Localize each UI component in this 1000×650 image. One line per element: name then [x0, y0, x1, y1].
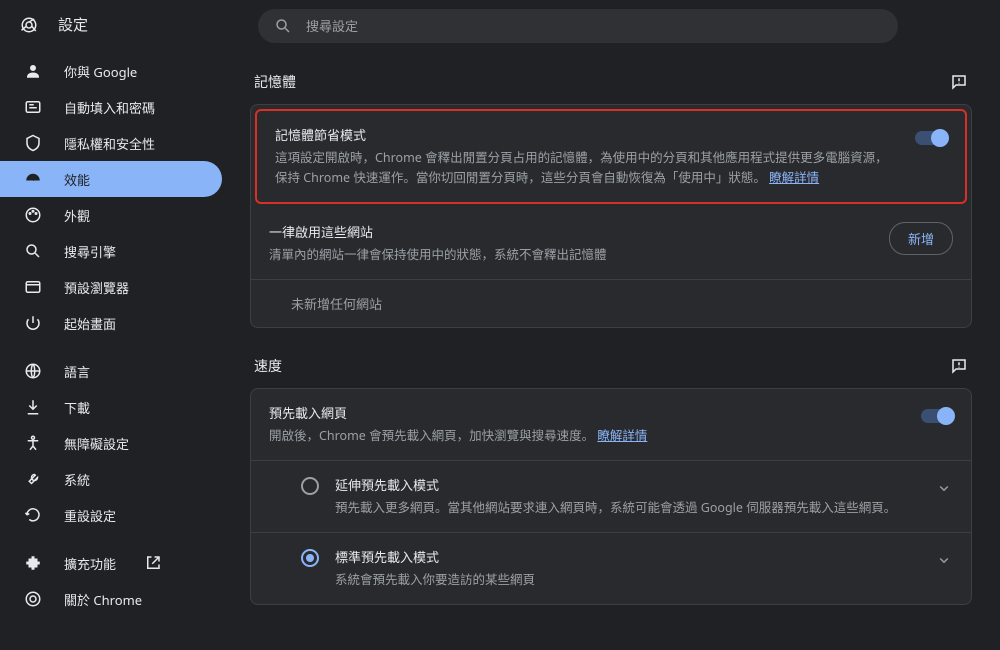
- sidebar-item-label: 下載: [64, 398, 90, 417]
- sidebar-item-label: 效能: [64, 170, 90, 189]
- sidebar-item-about-chrome[interactable]: 關於 Chrome: [0, 581, 222, 617]
- sidebar-item-label: 隱私權和安全性: [64, 134, 155, 153]
- sidebar-item-downloads[interactable]: 下載: [0, 389, 222, 425]
- sidebar-item-label: 關於 Chrome: [64, 590, 142, 609]
- external-link-icon: [144, 554, 162, 572]
- sidebar-item-label: 外觀: [64, 206, 90, 225]
- memory-saver-highlight: 記憶體節省模式 這項設定開啟時，Chrome 會釋出閒置分頁占用的記憶體，為使用…: [255, 109, 967, 204]
- shield-icon: [24, 134, 42, 152]
- standard-preload-desc: 系統會預先載入你要造訪的某些網頁: [335, 570, 919, 590]
- sidebar-item-label: 無障礙設定: [64, 434, 129, 453]
- memory-card: 記憶體節省模式 這項設定開啟時，Chrome 會釋出閒置分頁占用的記憶體，為使用…: [250, 104, 972, 328]
- autofill-icon: [24, 98, 42, 116]
- memory-saver-row: 記憶體節省模式 這項設定開啟時，Chrome 會釋出閒置分頁占用的記憶體，為使用…: [257, 111, 965, 202]
- preload-desc: 開啟後，Chrome 會預先載入網頁，加快瀏覽與搜尋速度。 瞭解詳情: [269, 426, 905, 446]
- sidebar-item-label: 重設設定: [64, 506, 116, 525]
- chrome-logo-icon: [20, 16, 38, 34]
- chrome-icon: [24, 590, 42, 608]
- sidebar-item-system[interactable]: 系統: [0, 461, 222, 497]
- sidebar-item-autofill[interactable]: 自動填入和密碼: [0, 89, 222, 125]
- sidebar-item-default-browser[interactable]: 預設瀏覽器: [0, 269, 222, 305]
- extended-preload-title: 延伸預先載入模式: [335, 475, 919, 494]
- standard-preload-row[interactable]: 標準預先載入模式 系統會預先載入你要造訪的某些網頁: [251, 532, 971, 604]
- content: 記憶體 記憶體節省模式 這項設定開啟時，Chrome 會釋出閒置分頁占用的記憶體…: [238, 52, 1000, 650]
- standard-preload-radio[interactable]: [301, 549, 319, 567]
- standard-preload-title: 標準預先載入模式: [335, 547, 919, 566]
- sidebar-item-label: 語言: [64, 362, 90, 381]
- sidebar-item-performance[interactable]: 效能: [0, 161, 222, 197]
- chevron-down-icon[interactable]: [935, 551, 953, 569]
- section-title: 記憶體: [254, 72, 296, 92]
- search-box[interactable]: [258, 9, 898, 43]
- wrench-icon: [24, 470, 42, 488]
- speed-card: 預先載入網頁 開啟後，Chrome 會預先載入網頁，加快瀏覽與搜尋速度。 瞭解詳…: [250, 388, 972, 605]
- memory-saver-learn-more-link[interactable]: 瞭解詳情: [769, 169, 819, 186]
- search-icon: [24, 242, 42, 260]
- memory-section-header: 記憶體: [250, 64, 972, 104]
- person-icon: [24, 62, 42, 80]
- sidebar-item-you-and-google[interactable]: 你與 Google: [0, 53, 222, 89]
- sidebar-item-extensions[interactable]: 擴充功能: [0, 545, 222, 581]
- power-icon: [24, 314, 42, 332]
- memory-saver-title: 記憶體節省模式: [275, 125, 899, 144]
- sidebar-item-search-engine[interactable]: 搜尋引擎: [0, 233, 222, 269]
- main-area: 記憶體 記憶體節省模式 這項設定開啟時，Chrome 會釋出閒置分頁占用的記憶體…: [238, 0, 1000, 650]
- sidebar-item-reset[interactable]: 重設設定: [0, 497, 222, 533]
- always-active-row: 一律啟用這些網站 清單內的網站一律會保持使用中的狀態，系統不會釋出記憶體 新增: [251, 208, 971, 279]
- browser-icon: [24, 278, 42, 296]
- search-bar: [238, 0, 1000, 52]
- sidebar-item-languages[interactable]: 語言: [0, 353, 222, 389]
- sidebar-item-label: 系統: [64, 470, 90, 489]
- sidebar: 設定 你與 Google 自動填入和密碼 隱私權和安全性 效能 外觀 搜尋引擎: [0, 0, 238, 650]
- preload-row: 預先載入網頁 開啟後，Chrome 會預先載入網頁，加快瀏覽與搜尋速度。 瞭解詳…: [251, 389, 971, 460]
- extended-preload-desc: 預先載入更多網頁。當其他網站要求連入網頁時，系統可能會透過 Google 伺服器…: [335, 498, 919, 518]
- sidebar-item-on-startup[interactable]: 起始畫面: [0, 305, 222, 341]
- sidebar-item-label: 自動填入和密碼: [64, 98, 155, 117]
- search-icon: [274, 17, 292, 35]
- add-site-button[interactable]: 新增: [889, 222, 953, 255]
- always-active-title: 一律啟用這些網站: [269, 222, 873, 241]
- section-title: 速度: [254, 356, 282, 376]
- feedback-icon[interactable]: [950, 73, 968, 91]
- sidebar-item-privacy[interactable]: 隱私權和安全性: [0, 125, 222, 161]
- speedometer-icon: [24, 170, 42, 188]
- sidebar-item-appearance[interactable]: 外觀: [0, 197, 222, 233]
- memory-saver-desc: 這項設定開啟時，Chrome 會釋出閒置分頁占用的記憶體，為使用中的分頁和其他應…: [275, 148, 899, 188]
- accessibility-icon: [24, 434, 42, 452]
- app-header: 設定: [0, 14, 238, 53]
- sidebar-item-label: 搜尋引擎: [64, 242, 116, 261]
- download-icon: [24, 398, 42, 416]
- app-title: 設定: [58, 14, 88, 35]
- sidebar-item-label: 預設瀏覽器: [64, 278, 129, 297]
- sidebar-item-accessibility[interactable]: 無障礙設定: [0, 425, 222, 461]
- sidebar-item-label: 擴充功能: [64, 554, 116, 573]
- always-active-empty: 未新增任何網站: [251, 279, 971, 327]
- globe-icon: [24, 362, 42, 380]
- preload-title: 預先載入網頁: [269, 403, 905, 422]
- extended-preload-row[interactable]: 延伸預先載入模式 預先載入更多網頁。當其他網站要求連入網頁時，系統可能會透過 G…: [251, 460, 971, 532]
- always-active-desc: 清單內的網站一律會保持使用中的狀態，系統不會釋出記憶體: [269, 245, 873, 265]
- preload-learn-more-link[interactable]: 瞭解詳情: [597, 427, 647, 444]
- palette-icon: [24, 206, 42, 224]
- speed-section-header: 速度: [250, 348, 972, 388]
- feedback-icon[interactable]: [950, 357, 968, 375]
- sidebar-item-label: 起始畫面: [64, 314, 116, 333]
- preload-toggle[interactable]: [921, 409, 953, 423]
- search-input[interactable]: [306, 19, 882, 34]
- extended-preload-radio[interactable]: [301, 477, 319, 495]
- memory-saver-toggle[interactable]: [915, 131, 947, 145]
- reset-icon: [24, 506, 42, 524]
- extension-icon: [24, 554, 42, 572]
- chevron-down-icon[interactable]: [935, 479, 953, 497]
- sidebar-item-label: 你與 Google: [64, 62, 137, 81]
